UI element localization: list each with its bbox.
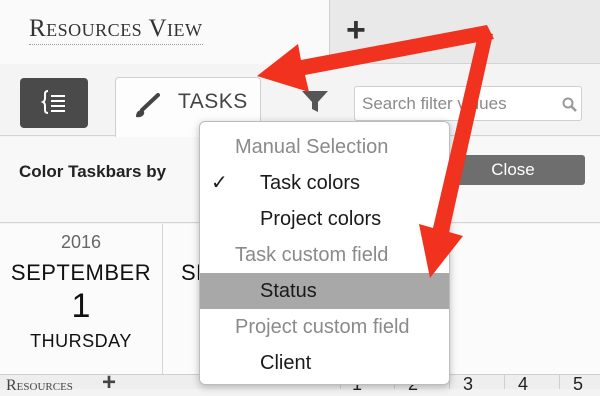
view-title[interactable]: Resources View — [29, 14, 203, 45]
dropdown-header-project-custom: Project custom field — [235, 316, 410, 338]
day-number: 4 — [518, 374, 529, 394]
check-icon: ✓ — [211, 172, 228, 194]
view-tab-resources[interactable]: Resources View — [0, 0, 330, 64]
top-tab-bar: Resources View + — [0, 0, 600, 64]
list-view-button[interactable] — [20, 78, 88, 128]
day-number: 3 — [463, 374, 474, 394]
day-number: 5 — [573, 374, 584, 394]
dropdown-item-task-colors[interactable]: ✓ Task colors — [200, 165, 449, 201]
paintbrush-icon — [136, 93, 160, 118]
color-taskbars-label: Color Taskbars by — [19, 162, 167, 181]
dropdown-item-status[interactable]: Status — [200, 273, 449, 309]
column-divider — [162, 224, 163, 384]
calendar-weekday: THURSDAY — [30, 331, 132, 351]
close-button[interactable]: Close — [441, 155, 585, 185]
search-filter-input[interactable] — [362, 91, 552, 117]
filter-icon[interactable] — [300, 89, 330, 115]
calendar-day: 1 — [71, 287, 91, 325]
dropdown-header-task-custom: Task custom field — [235, 244, 389, 266]
tab-tasks-label: TASKS — [178, 90, 248, 113]
calendar-month: SEPTEMBER — [10, 260, 152, 285]
add-view-button[interactable]: + — [346, 10, 366, 50]
search-filter-box[interactable] — [354, 86, 582, 121]
dropdown-header-manual: Manual Selection — [235, 136, 389, 158]
calendar-year: 2016 — [60, 232, 102, 252]
dropdown-item-project-colors[interactable]: Project colors — [200, 201, 449, 237]
add-resource-button[interactable]: + — [102, 371, 116, 395]
list-icon — [40, 90, 65, 114]
dropdown-item-client[interactable]: Client — [200, 345, 449, 381]
search-icon[interactable] — [562, 97, 577, 112]
divider — [559, 374, 560, 389]
color-by-dropdown: Manual Selection ✓ Task colors Project c… — [199, 121, 450, 385]
calendar-next-month: SE — [181, 260, 201, 285]
resources-label: Resources — [6, 377, 73, 394]
divider — [504, 374, 505, 389]
dropdown-item-label: Task colors — [260, 172, 361, 194]
